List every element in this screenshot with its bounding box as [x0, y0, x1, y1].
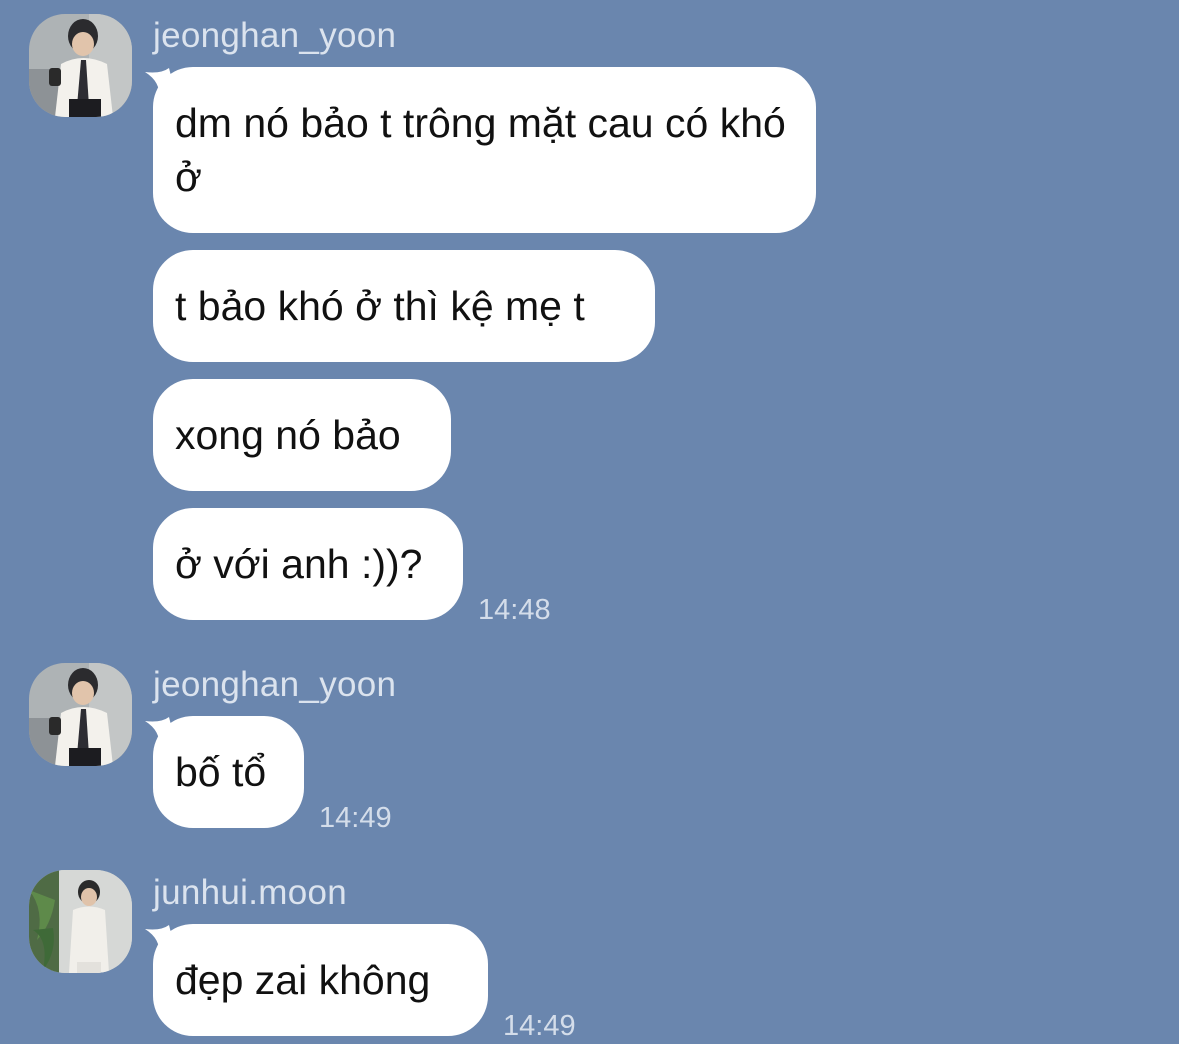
message-text: bố tổ — [175, 749, 267, 795]
message-bubble[interactable]: ở với anh :))? — [153, 508, 463, 620]
sender-name: jeonghan_yoon — [153, 16, 397, 55]
message-bubble[interactable]: dm nó bảo t trông mặt cau có khó ở — [153, 67, 816, 233]
message-bubble[interactable]: xong nó bảo — [153, 379, 451, 491]
message-text: ở với anh :))? — [175, 541, 423, 587]
avatar[interactable] — [29, 663, 132, 766]
message-text: xong nó bảo — [175, 412, 401, 458]
profile-photo-icon — [29, 663, 132, 766]
avatar[interactable] — [29, 14, 132, 117]
sender-name: junhui.moon — [153, 873, 347, 912]
message-text: đẹp zai không — [175, 957, 431, 1003]
message-text: t bảo khó ở thì kệ mẹ t — [175, 283, 585, 329]
profile-photo-icon — [29, 870, 132, 973]
message-bubble[interactable]: bố tổ — [153, 716, 304, 828]
message-bubble[interactable]: t bảo khó ở thì kệ mẹ t — [153, 250, 655, 362]
sender-name: jeonghan_yoon — [153, 665, 397, 704]
message-timestamp: 14:48 — [478, 594, 551, 626]
message-bubble[interactable]: đẹp zai không — [153, 924, 488, 1036]
profile-photo-icon — [29, 14, 132, 117]
avatar[interactable] — [29, 870, 132, 973]
message-timestamp: 14:49 — [319, 802, 392, 834]
message-text: dm nó bảo t trông mặt cau có khó ở — [175, 100, 786, 200]
message-timestamp: 14:49 — [503, 1010, 576, 1042]
